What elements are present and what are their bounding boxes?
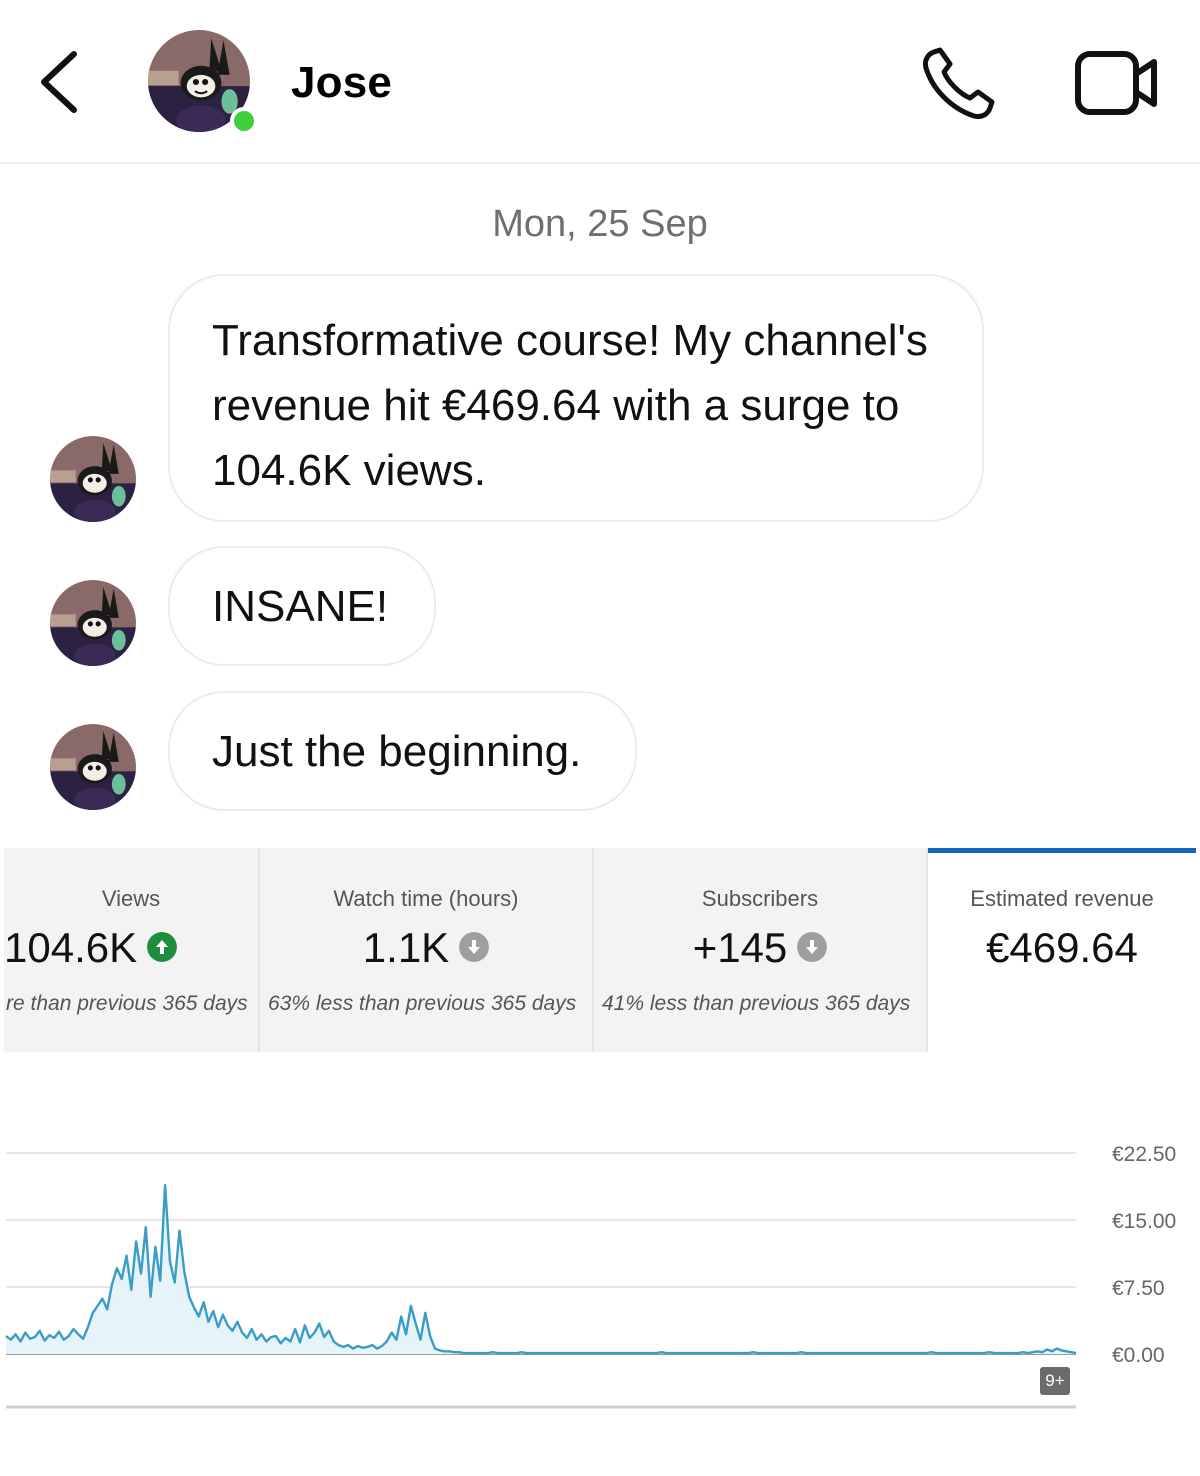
card-value: 104.6K [4,924,258,972]
sender-avatar[interactable] [50,724,136,810]
trend-up-icon [147,931,178,962]
sender-avatar[interactable] [50,436,136,522]
sender-avatar[interactable] [50,580,136,666]
y-tick-label: €0.00 [1112,1344,1165,1367]
card-value: €469.64 [986,924,1138,971]
card-comparison: re than previous 365 days [6,992,248,1015]
card-label: Views [101,886,161,911]
card-label: Subscribers [701,886,819,911]
message-bubble[interactable]: Just the beginning. [168,691,637,811]
message-text: Just the beginning. [212,727,582,776]
subscribers-card[interactable]: Subscribers +145 41% less than previous … [594,848,926,1052]
y-tick-label: €22.50 [1112,1143,1176,1166]
message-text: Transformative course! My channel's reve… [212,316,928,495]
trend-down-icon [459,931,490,962]
card-comparison: 41% less than previous 365 days [602,992,911,1015]
card-value: 1.1K [260,924,592,972]
cartoon-rabbit-avatar-icon [50,724,136,810]
card-label: Watch time (hours) [333,886,519,911]
more-annotations-badge[interactable]: 9+ [1040,1367,1070,1395]
online-status-indicator [230,107,258,135]
analytics-summary: Views 104.6K re than previous 365 days W… [4,848,1196,1052]
trend-down-icon [797,931,828,962]
cartoon-rabbit-avatar-icon [50,436,136,522]
views-card[interactable]: Views 104.6K re than previous 365 days [4,848,258,1052]
watch-time-card[interactable]: Watch time (hours) 1.1K 63% less than pr… [260,848,592,1052]
chat-screen: Jose Mon, 25 Sep Transformative course! … [0,0,1200,1476]
video-call-icon[interactable] [1072,48,1162,118]
estimated-revenue-card[interactable]: Estimated revenue €469.64 [928,848,1196,1052]
cartoon-rabbit-avatar-icon [50,580,136,666]
card-value: +145 [594,924,926,972]
phone-call-icon[interactable] [920,46,1000,122]
message-bubble[interactable]: INSANE! [168,546,436,666]
y-tick-label: €15.00 [1112,1210,1176,1233]
revenue-chart: €22.50 €15.00 €7.50 €0.00 [5,1143,1176,1409]
message-bubble[interactable]: Transformative course! My channel's reve… [168,274,984,522]
y-tick-label: €7.50 [1112,1277,1165,1300]
card-label: Estimated revenue [970,886,1154,911]
card-comparison: 63% less than previous 365 days [268,992,577,1015]
back-arrow-icon[interactable] [34,46,86,118]
contact-name[interactable]: Jose [291,58,392,108]
date-divider: Mon, 25 Sep [492,203,708,245]
message-text: INSANE! [212,582,389,631]
chat-header: Jose [0,0,1200,164]
